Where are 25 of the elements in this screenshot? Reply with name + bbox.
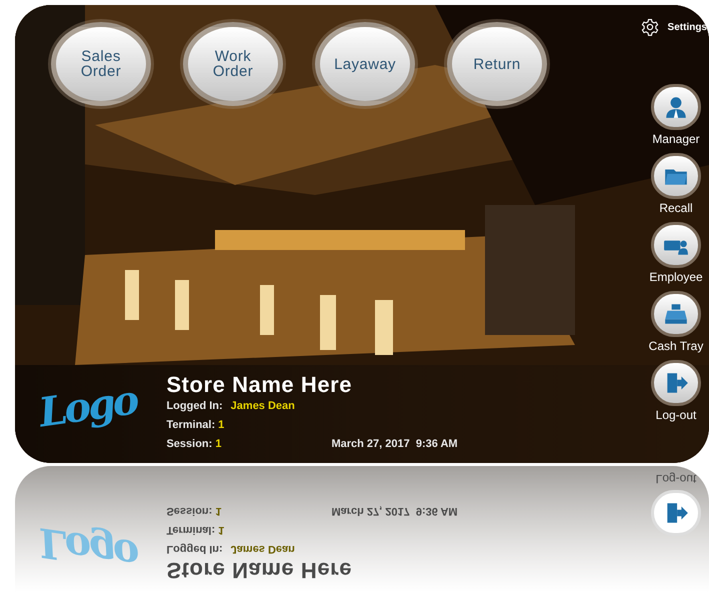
reflected-terminal-label: Terminal:: [166, 523, 216, 538]
reflected-date-time: March 27, 2017 9:36 AM: [331, 504, 458, 519]
logo: Logo: [35, 375, 140, 439]
side-action-button[interactable]: Cash Tray: [648, 291, 704, 353]
reflected-logged-in-label: Logged In:: [166, 542, 223, 557]
reflected-terminal-value: 1: [218, 523, 224, 538]
session-label: Session:: [166, 437, 212, 452]
logged-in-label: Logged In:: [166, 399, 223, 414]
reflected-session-label: Session:: [166, 504, 212, 519]
session-value: 1: [215, 437, 222, 452]
terminal-label: Terminal:: [166, 418, 216, 433]
side-action-button[interactable]: Manager: [651, 84, 701, 146]
date-time: March 27, 2017 9:36 AM: [331, 437, 458, 452]
reflected-store-name: Store Name Here: [166, 558, 354, 582]
settings-icon: [640, 18, 659, 36]
settings-button[interactable]: Settings: [640, 18, 707, 36]
reflected-logo: Logo: [35, 517, 140, 581]
store-name: Store Name Here: [166, 373, 354, 397]
reflected-log-out-label: Log-out: [656, 472, 696, 486]
side-action-button[interactable]: Employee: [649, 222, 703, 284]
reflected-session-value: 1: [215, 504, 222, 519]
reflected-logged-in-value: James Dean: [230, 542, 295, 557]
side-action-button[interactable]: Log-out: [651, 360, 701, 422]
logged-in-value: James Dean: [230, 399, 295, 414]
terminal-value: 1: [218, 418, 224, 433]
